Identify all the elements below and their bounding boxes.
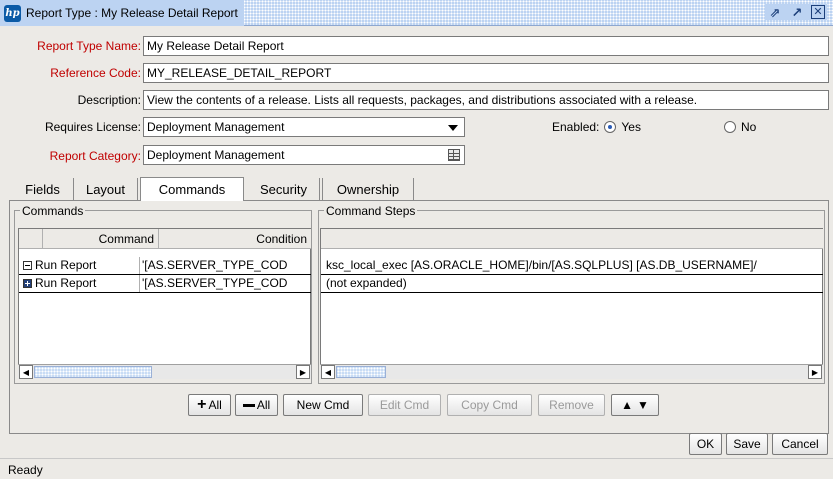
step-text: ksc_local_exec [AS.ORACLE_HOME]/bin/[AS.… <box>326 258 757 272</box>
report-category-value: Deployment Management <box>147 148 285 162</box>
chevron-down-icon <box>448 125 458 131</box>
tab-layout[interactable]: Layout <box>74 178 138 201</box>
close-icon[interactable]: ✕ <box>811 5 825 19</box>
expand-all-button[interactable]: + All <box>188 394 231 416</box>
description-label: Description: <box>77 93 141 107</box>
scroll-right-icon[interactable]: ▶ <box>296 365 310 379</box>
description-field[interactable]: View the contents of a release. Lists al… <box>143 90 829 110</box>
edit-cmd-button[interactable]: Edit Cmd <box>368 394 441 416</box>
enabled-no-radio[interactable] <box>724 121 736 133</box>
reorder-buttons[interactable]: ▲ ▼ <box>611 394 659 416</box>
window-controls: ⇗ ↗ ✕ <box>765 4 827 20</box>
step-text: (not expanded) <box>326 276 407 290</box>
commands-table[interactable]: Command Condition Run Report '[AS.SERVER… <box>18 228 311 365</box>
condition-column-header[interactable]: Condition <box>159 229 311 249</box>
command-column-header[interactable]: Command <box>43 229 159 249</box>
enabled-label: Enabled: <box>552 120 600 134</box>
steps-header <box>321 229 823 249</box>
report-type-name-field[interactable]: My Release Detail Report <box>143 36 829 56</box>
tab-fields[interactable]: Fields <box>12 178 74 201</box>
commands-group-title: Commands <box>20 204 86 218</box>
commands-hscrollbar[interactable]: ◀ ▶ <box>18 364 311 379</box>
collapse-all-button[interactable]: All <box>235 394 278 416</box>
enabled-group: Enabled: Yes <box>552 120 641 134</box>
requires-license-value: Deployment Management <box>147 120 285 134</box>
maximize-icon[interactable]: ↗ <box>789 4 805 20</box>
copy-cmd-button[interactable]: Copy Cmd <box>447 394 532 416</box>
plus-icon: + <box>197 396 207 413</box>
tab-security[interactable]: Security <box>248 178 320 201</box>
lookup-icon[interactable] <box>448 149 460 161</box>
tab-ownership[interactable]: Ownership <box>322 178 414 201</box>
report-type-name-label: Report Type Name: <box>37 39 141 53</box>
command-steps-group-title: Command Steps <box>324 204 418 218</box>
command-cell: Run Report <box>21 275 139 292</box>
arrow-down-icon[interactable]: ▼ <box>637 398 649 412</box>
remove-button[interactable]: Remove <box>538 394 605 416</box>
command-steps-table[interactable]: ksc_local_exec [AS.ORACLE_HOME]/bin/[AS.… <box>320 228 823 365</box>
status-bar: Ready <box>0 458 833 479</box>
scroll-left-icon[interactable]: ◀ <box>321 365 335 379</box>
requires-license-dropdown[interactable]: Deployment Management <box>143 117 465 137</box>
ok-button[interactable]: OK <box>689 433 722 455</box>
window-title: Report Type : My Release Detail Report <box>26 6 238 20</box>
row-header-column <box>19 229 43 249</box>
scroll-thumb[interactable] <box>336 366 386 378</box>
cancel-button[interactable]: Cancel <box>772 433 828 455</box>
requires-license-label: Requires License: <box>44 120 141 134</box>
minus-icon <box>242 403 255 407</box>
steps-hscrollbar[interactable]: ◀ ▶ <box>320 364 823 379</box>
table-row[interactable]: Run Report '[AS.SERVER_TYPE_COD <box>19 275 311 293</box>
enabled-yes-radio[interactable] <box>604 121 617 133</box>
new-cmd-button[interactable]: New Cmd <box>283 394 363 416</box>
reference-code-label: Reference Code: <box>50 66 141 80</box>
hp-logo-icon: hp <box>4 4 21 22</box>
enabled-no-group: No <box>724 120 756 134</box>
enabled-no-label: No <box>741 120 757 134</box>
condition-cell: '[AS.SERVER_TYPE_COD <box>139 275 311 292</box>
collapse-icon[interactable] <box>23 261 32 270</box>
expand-icon[interactable] <box>23 279 32 288</box>
enabled-yes-label: Yes <box>621 120 641 134</box>
restore-icon[interactable]: ⇗ <box>767 4 783 20</box>
tab-commands[interactable]: Commands <box>140 177 244 201</box>
save-button[interactable]: Save <box>726 433 768 455</box>
scroll-left-icon[interactable]: ◀ <box>19 365 33 379</box>
command-cell: Run Report <box>21 257 139 274</box>
scroll-right-icon[interactable]: ▶ <box>808 365 822 379</box>
condition-cell: '[AS.SERVER_TYPE_COD <box>139 257 311 274</box>
reference-code-field[interactable]: MY_RELEASE_DETAIL_REPORT <box>143 63 829 83</box>
list-item[interactable]: (not expanded) <box>321 275 823 293</box>
report-category-field[interactable]: Deployment Management <box>143 145 465 165</box>
table-row[interactable]: Run Report '[AS.SERVER_TYPE_COD <box>19 257 311 275</box>
report-category-label: Report Category: <box>49 149 141 163</box>
title-area: hp Report Type : My Release Detail Repor… <box>0 0 244 26</box>
list-item[interactable]: ksc_local_exec [AS.ORACLE_HOME]/bin/[AS.… <box>321 257 823 275</box>
arrow-up-icon[interactable]: ▲ <box>621 398 633 412</box>
scroll-thumb[interactable] <box>34 366 152 378</box>
